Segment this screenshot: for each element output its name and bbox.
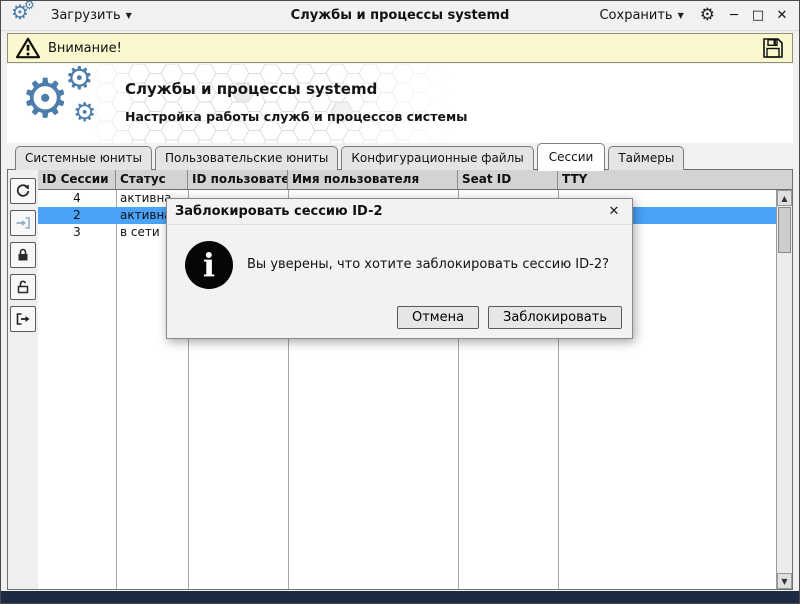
save-menu-label: Сохранить [599,8,673,23]
tab-timers[interactable]: Таймеры [608,146,685,170]
save-menu-button[interactable]: Сохранить ▼ [595,5,687,26]
cancel-button[interactable]: Отмена [396,306,480,329]
side-toolbar [8,170,38,589]
window-controls: ─ □ ✕ [727,8,789,23]
terminate-session-button[interactable] [10,306,36,332]
page-subtitle: Настройка работы служб и процессов систе… [125,109,468,124]
column-header-seat-id[interactable]: Seat ID [458,170,558,189]
lock-session-dialog: Заблокировать сессию ID-2 ✕ i Вы уверены… [166,198,633,339]
app-window: ⚙ ⚙ Загрузить ▼ Службы и процессы system… [0,0,800,604]
dialog-message: Вы уверены, что хотите заблокировать сес… [247,257,609,272]
refresh-icon [16,184,30,197]
table-header: ID Сессии Статус ID пользователя Имя пол… [38,170,792,190]
unlock-session-button[interactable] [10,274,36,300]
info-icon: i [185,241,233,289]
titlebar: ⚙ ⚙ Загрузить ▼ Службы и процессы system… [1,1,799,31]
unlock-icon [17,280,29,294]
load-menu-button[interactable]: Загрузить ▼ [47,5,136,26]
save-floppy-icon[interactable] [762,37,784,59]
vertical-scrollbar[interactable]: ▲ ▼ [776,190,792,589]
window-bottom-edge [1,591,799,603]
tab-system-units[interactable]: Системные юниты [15,146,152,170]
gear-icon: ⚙ [24,0,35,12]
gear-icon: ⚙ [21,67,70,130]
attach-session-icon [16,217,30,229]
confirm-lock-button[interactable]: Заблокировать [488,306,622,329]
settings-gear-icon[interactable]: ⚙ [700,7,715,24]
app-logo-gears: ⚙ ⚙ ⚙ [19,64,123,142]
column-header-session-id[interactable]: ID Сессии [38,170,116,189]
warning-triangle-icon [16,37,40,59]
chevron-down-icon: ▼ [125,11,132,20]
lock-session-button[interactable] [10,242,36,268]
tab-config-files[interactable]: Конфигурационные файлы [341,146,534,170]
attach-session-button[interactable] [10,210,36,236]
tab-bar: Системные юниты Пользовательские юниты К… [15,143,685,171]
column-header-tty[interactable]: TTY [558,170,792,189]
dialog-title: Заблокировать сессию ID-2 [175,204,383,219]
load-menu-label: Загрузить [51,8,121,23]
close-button[interactable]: ✕ [775,8,789,23]
column-divider [116,190,117,589]
cell-session-id: 3 [73,225,81,239]
gear-icon: ⚙ [73,98,97,128]
column-header-user-name[interactable]: Имя пользователя [288,170,458,189]
dialog-titlebar: Заблокировать сессию ID-2 ✕ [167,199,632,225]
gear-icon: ⚙ [65,64,94,97]
column-header-status[interactable]: Статус [116,170,188,189]
minimize-button[interactable]: ─ [727,8,741,23]
page-header: ⚙ ⚙ ⚙ Службы и процессы systemd Настройк… [7,64,793,143]
tab-sessions[interactable]: Сессии [536,143,606,171]
column-header-user-id[interactable]: ID пользователя [188,170,288,189]
tab-user-units[interactable]: Пользовательские юниты [154,146,339,170]
refresh-button[interactable] [10,178,36,204]
dialog-buttons: Отмена Заблокировать [396,306,622,329]
maximize-button[interactable]: □ [751,8,765,23]
cell-session-id: 4 [73,191,81,205]
lock-icon [18,248,28,261]
scroll-down-button[interactable]: ▼ [777,573,792,589]
app-icon: ⚙ ⚙ [11,1,37,28]
scrollbar-thumb[interactable] [778,207,791,253]
scroll-up-button[interactable]: ▲ [777,190,792,206]
cell-session-id: 2 [73,208,81,222]
warning-bar: Внимание! [7,33,793,63]
warning-label: Внимание! [48,40,122,56]
page-title: Службы и процессы systemd [125,80,378,98]
dialog-close-button[interactable]: ✕ [604,202,624,222]
chevron-down-icon: ▼ [677,11,684,20]
logout-icon [16,313,30,325]
